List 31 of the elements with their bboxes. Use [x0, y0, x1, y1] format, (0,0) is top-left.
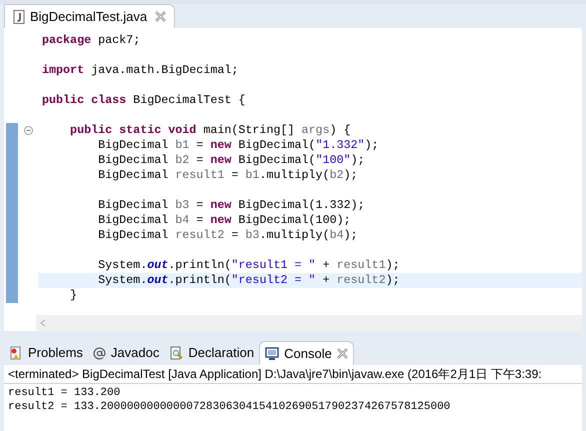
java-file-icon — [13, 10, 26, 24]
editor-tab[interactable]: BigDecimalTest.java — [4, 4, 176, 28]
code-line: System.out.println("result1 = " + result1); — [97, 258, 401, 273]
code-line: BigDecimal result2 = b3.multiply(b4); — [97, 228, 359, 243]
code-line: BigDecimal b2 = new BigDecimal("100"); — [97, 153, 366, 168]
console-output-line: result2 = 133.20000000000000728306304154102690517902374267578125000 — [8, 400, 450, 414]
close-icon[interactable] — [155, 11, 166, 22]
code-line: } — [69, 288, 78, 303]
console-output-line: result1 = 133.200 — [8, 386, 120, 400]
view-tab[interactable]: Problems — [4, 341, 88, 365]
at-sign-icon — [92, 346, 106, 360]
console-header: <terminated> BigDecimalTest [Java Application] D:\Java\jre7\bin\javaw.exe (2016年2月1日 下午3:39: — [4, 365, 582, 384]
collapse-icon[interactable] — [24, 126, 32, 135]
editor-tab-title: BigDecimalTest.java — [30, 8, 148, 26]
view-tab[interactable]: Declaration — [164, 341, 260, 365]
code-line: public class BigDecimalTest { — [41, 93, 246, 108]
view-tab[interactable]: Javadoc — [88, 341, 164, 365]
code-line: import java.math.BigDecimal; — [41, 63, 240, 78]
monitor-icon — [265, 346, 280, 360]
document-icon — [169, 346, 184, 360]
scroll-left-icon[interactable] — [40, 319, 46, 327]
problems-icon — [9, 346, 23, 360]
code-line: BigDecimal b3 = new BigDecimal(1.332); — [97, 198, 366, 213]
code-line: BigDecimal b4 = new BigDecimal(100); — [97, 213, 352, 228]
view-tab[interactable]: Console — [259, 341, 354, 365]
code-line: BigDecimal result1 = b1.multiply(b2); — [97, 168, 359, 183]
code-line: package pack7; — [41, 33, 142, 48]
code-line: BigDecimal b1 = new BigDecimal("1.332"); — [97, 138, 380, 153]
code-line: public static void main(String[] args) { — [69, 123, 352, 138]
horizontal-scrollbar[interactable] — [36, 315, 582, 331]
close-icon[interactable] — [336, 348, 348, 359]
